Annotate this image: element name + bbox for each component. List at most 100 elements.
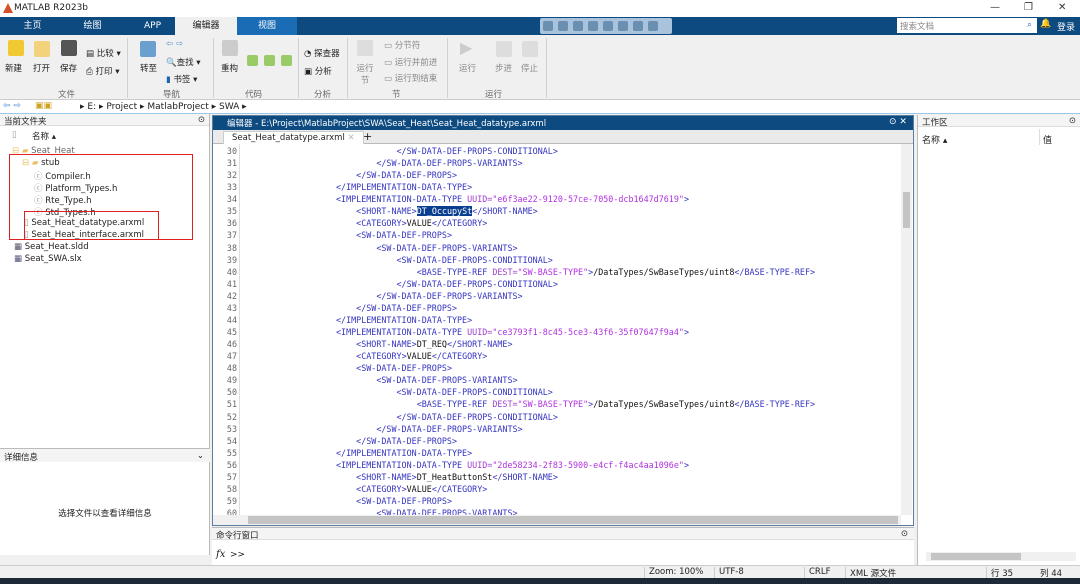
tab-editor[interactable]: 编辑器 — [175, 17, 237, 35]
tab-plots[interactable]: 绘图 — [70, 17, 115, 35]
code-line[interactable]: </SW-DATA-DEF-PROPS-CONDITIONAL> — [336, 146, 558, 156]
address-bar[interactable]: ⇦ ⇨ ▣▣ ▸ E: ▸ Project ▸ MatlabProject ▸ … — [0, 100, 1080, 114]
redo-icon[interactable] — [618, 21, 628, 31]
close-button[interactable]: ✕ — [1058, 2, 1066, 13]
workspace-value-column[interactable]: 值 — [1043, 133, 1052, 146]
run-to-end-button[interactable]: ▭ 运行到结束 — [384, 72, 437, 84]
details-header[interactable]: 详细信息 ⌄ — [0, 448, 210, 463]
crumb[interactable]: Project — [106, 102, 137, 112]
crumb[interactable]: MatlabProject — [147, 102, 208, 112]
fx-icon[interactable] — [281, 55, 292, 66]
search-icon[interactable]: ⌕ — [1027, 20, 1032, 30]
code-line[interactable]: <BASE-TYPE-REF DEST="SW-BASE-TYPE">/Data… — [336, 267, 815, 277]
code-line[interactable]: <IMPLEMENTATION-DATA-TYPE UUID="e6f3ae22… — [336, 194, 689, 204]
scroll-thumb[interactable] — [248, 516, 898, 524]
paste-icon[interactable] — [588, 21, 598, 31]
nav-back-forward-icon[interactable]: ⇦ ⇨ — [3, 101, 21, 111]
save-icon[interactable] — [543, 21, 553, 31]
tab-apps[interactable]: APP — [130, 17, 175, 35]
code-line[interactable]: <CATEGORY>VALUE</CATEGORY> — [336, 484, 487, 494]
fx-icon[interactable]: fx — [216, 549, 225, 560]
code-line[interactable]: <SHORT-NAME>DT_REQ</SHORT-NAME> — [336, 339, 512, 349]
workspace-name-column[interactable]: 名称 ▴ — [922, 133, 947, 146]
tab-home[interactable]: 主页 — [10, 17, 55, 35]
vertical-scrollbar[interactable] — [901, 144, 912, 515]
open-button[interactable]: 打开 — [33, 62, 50, 74]
inspector-button[interactable]: ◔ 探查器 — [304, 47, 340, 59]
scroll-thumb[interactable] — [903, 192, 910, 228]
command-window[interactable]: 命令行窗口 ⊙ fx >> — [212, 527, 914, 565]
code-line[interactable]: <SHORT-NAME>DT_OccupySt</SHORT-NAME> — [336, 206, 538, 217]
code-line[interactable]: <CATEGORY>VALUE</CATEGORY> — [336, 218, 487, 228]
search-docs-input[interactable]: 搜索文档 — [897, 18, 1037, 33]
compare-button[interactable]: ▤ 比较 ▾ — [86, 47, 121, 59]
cut-icon[interactable] — [558, 21, 568, 31]
code-line[interactable]: <SW-DATA-DEF-PROPS> — [336, 363, 452, 373]
code-line[interactable]: <SW-DATA-DEF-PROPS-VARIANTS> — [336, 508, 517, 515]
code-line[interactable]: </IMPLEMENTATION-DATA-TYPE> — [336, 182, 472, 192]
code-area[interactable]: 30 </SW-DATA-DEF-PROPS-CONDITIONAL> 31 </… — [213, 144, 901, 515]
close-tab-icon[interactable]: ✕ — [348, 133, 355, 143]
code-line[interactable]: </SW-DATA-DEF-PROPS> — [336, 170, 457, 180]
folder-up-icon[interactable]: ▣▣ — [35, 101, 52, 111]
new-button[interactable]: 新建 — [5, 62, 22, 74]
code-line[interactable]: </IMPLEMENTATION-DATA-TYPE> — [336, 315, 472, 325]
comment-icon[interactable] — [247, 55, 258, 66]
code-line[interactable]: <IMPLEMENTATION-DATA-TYPE UUID="2de58234… — [336, 460, 689, 470]
name-column-header[interactable]: 名称 ▴ — [32, 130, 56, 142]
save-button[interactable]: 保存 — [60, 62, 77, 74]
back-forward-icon[interactable]: ⇦ ⇨ — [166, 39, 183, 49]
editor-menu-close-icon[interactable]: ⊙ ✕ — [889, 117, 907, 127]
crumb[interactable]: SWA — [219, 102, 239, 112]
code-line[interactable]: <IMPLEMENTATION-DATA-TYPE UUID="ce3793f1… — [336, 327, 689, 337]
login-button[interactable]: 登录 — [1057, 20, 1075, 33]
run-section-button[interactable]: 运行节 — [356, 62, 374, 86]
quick-access-toolbar[interactable] — [540, 18, 672, 47]
code-line[interactable]: <SW-DATA-DEF-PROPS> — [336, 496, 452, 506]
file-tree-item[interactable]: ▦ Seat_SWA.slx — [14, 254, 82, 264]
command-prompt[interactable]: >> — [230, 550, 245, 560]
undo-icon[interactable] — [603, 21, 613, 31]
help-icon[interactable] — [648, 21, 658, 31]
scroll-thumb[interactable] — [931, 553, 1021, 560]
code-line[interactable]: </SW-DATA-DEF-PROPS-CONDITIONAL> — [336, 279, 558, 289]
analyze-button[interactable]: ▣ 分析 — [304, 65, 332, 77]
maximize-button[interactable]: ❐ — [1024, 2, 1033, 13]
code-line[interactable]: </SW-DATA-DEF-PROPS-CONDITIONAL> — [336, 412, 558, 422]
indent-icon[interactable] — [264, 55, 275, 66]
code-line[interactable]: <SW-DATA-DEF-PROPS-CONDITIONAL> — [336, 387, 553, 397]
workspace-hscroll[interactable] — [926, 552, 1076, 561]
step-button[interactable]: 步进 — [495, 62, 512, 74]
run-advance-button[interactable]: ▭ 运行并前进 — [384, 56, 437, 68]
tab-view[interactable]: 视图 — [237, 17, 297, 35]
code-line[interactable]: </IMPLEMENTATION-DATA-TYPE> — [336, 448, 472, 458]
section-break-button[interactable]: ▭ 分节符 — [384, 39, 420, 51]
horizontal-scrollbar[interactable] — [213, 515, 901, 525]
editor-tab[interactable]: Seat_Heat_datatype.arxml ✕ — [223, 131, 364, 144]
bell-icon[interactable]: 🔔 — [1040, 19, 1051, 29]
code-line[interactable]: <CATEGORY>VALUE</CATEGORY> — [336, 351, 487, 361]
panel-menu-icon[interactable]: ⊙ — [1069, 116, 1076, 126]
panel-menu-icon[interactable]: ⊙ — [198, 115, 205, 125]
switch-window-icon[interactable] — [633, 21, 643, 31]
code-line[interactable]: <SW-DATA-DEF-PROPS-VARIANTS> — [336, 375, 517, 385]
breadcrumb[interactable]: ▸ E: ▸ Project ▸ MatlabProject ▸ SWA ▸ — [80, 102, 247, 112]
stop-button[interactable]: 停止 — [521, 62, 538, 74]
code-line[interactable]: </SW-DATA-DEF-PROPS-VARIANTS> — [336, 291, 522, 301]
print-button[interactable]: ⎙ 打印 ▾ — [86, 65, 120, 77]
run-button[interactable]: 运行 — [459, 62, 476, 74]
minimize-button[interactable]: — — [990, 2, 1000, 13]
crumb[interactable]: E: — [87, 102, 96, 112]
bookmark-button[interactable]: ▮ 书签 ▾ — [166, 73, 197, 85]
code-line[interactable]: <SW-DATA-DEF-PROPS> — [336, 230, 452, 240]
panel-menu-icon[interactable]: ⊙ — [901, 529, 908, 539]
copy-icon[interactable] — [573, 21, 583, 31]
file-tree-item[interactable]: ▦ Seat_Heat.sldd — [14, 242, 89, 252]
code-line[interactable]: </SW-DATA-DEF-PROPS> — [336, 436, 457, 446]
refactor-button[interactable]: 重构 — [221, 62, 238, 74]
chevron-down-icon[interactable]: ⌄ — [197, 451, 204, 461]
goto-button[interactable]: 转至 — [140, 62, 157, 74]
code-line[interactable]: </SW-DATA-DEF-PROPS> — [336, 303, 457, 313]
add-tab-button[interactable]: + — [363, 130, 372, 143]
code-line[interactable]: <BASE-TYPE-REF DEST="SW-BASE-TYPE">/Data… — [336, 399, 815, 409]
